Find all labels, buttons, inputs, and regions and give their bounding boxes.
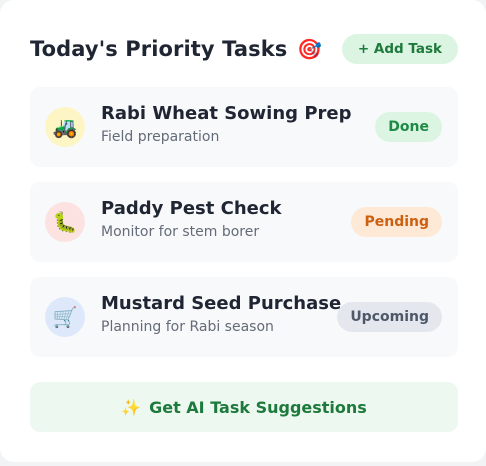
task-subtitle: Monitor for stem borer: [101, 224, 260, 240]
task-text: Rabi Wheat Sowing Prep Field preparation: [101, 103, 351, 145]
status-badge-pending: Pending: [351, 207, 442, 237]
caterpillar-icon: 🐛: [45, 202, 85, 242]
task-title: Paddy Pest Check: [101, 198, 282, 219]
add-task-button[interactable]: + Add Task: [341, 34, 458, 64]
target-icon: 🎯: [297, 37, 323, 61]
title-text: Today's Priority Tasks: [30, 37, 288, 61]
task-subtitle: Planning for Rabi season: [101, 319, 274, 335]
task-item-wheat-sowing[interactable]: 🚜 Rabi Wheat Sowing Prep Field preparati…: [30, 87, 458, 167]
sparkles-icon: ✨: [121, 397, 142, 417]
task-title: Mustard Seed Purchase: [101, 293, 342, 314]
ai-suggestions-label: Get AI Task Suggestions: [149, 397, 367, 417]
status-badge-upcoming: Upcoming: [337, 302, 442, 332]
task-item-paddy-pest-check[interactable]: 🐛 Paddy Pest Check Monitor for stem bore…: [30, 182, 458, 262]
tractor-icon: 🚜: [45, 107, 85, 147]
ai-suggestions-button[interactable]: ✨ Get AI Task Suggestions: [30, 382, 458, 432]
task-text: Paddy Pest Check Monitor for stem borer: [101, 198, 281, 240]
shopping-cart-icon: 🛒: [45, 297, 85, 337]
card-header: Today's Priority Tasks 🎯 + Add Task: [30, 32, 458, 66]
task-subtitle: Field preparation: [101, 129, 220, 145]
task-text: Mustard Seed Purchase Planning for Rabi …: [101, 293, 341, 335]
status-badge-done: Done: [375, 112, 442, 142]
priority-tasks-card: Today's Priority Tasks 🎯 + Add Task 🚜 Ra…: [0, 0, 486, 462]
task-item-mustard-seed-purchase[interactable]: 🛒 Mustard Seed Purchase Planning for Rab…: [30, 277, 458, 357]
page-title: Today's Priority Tasks 🎯: [30, 37, 322, 61]
task-title: Rabi Wheat Sowing Prep: [101, 103, 352, 124]
